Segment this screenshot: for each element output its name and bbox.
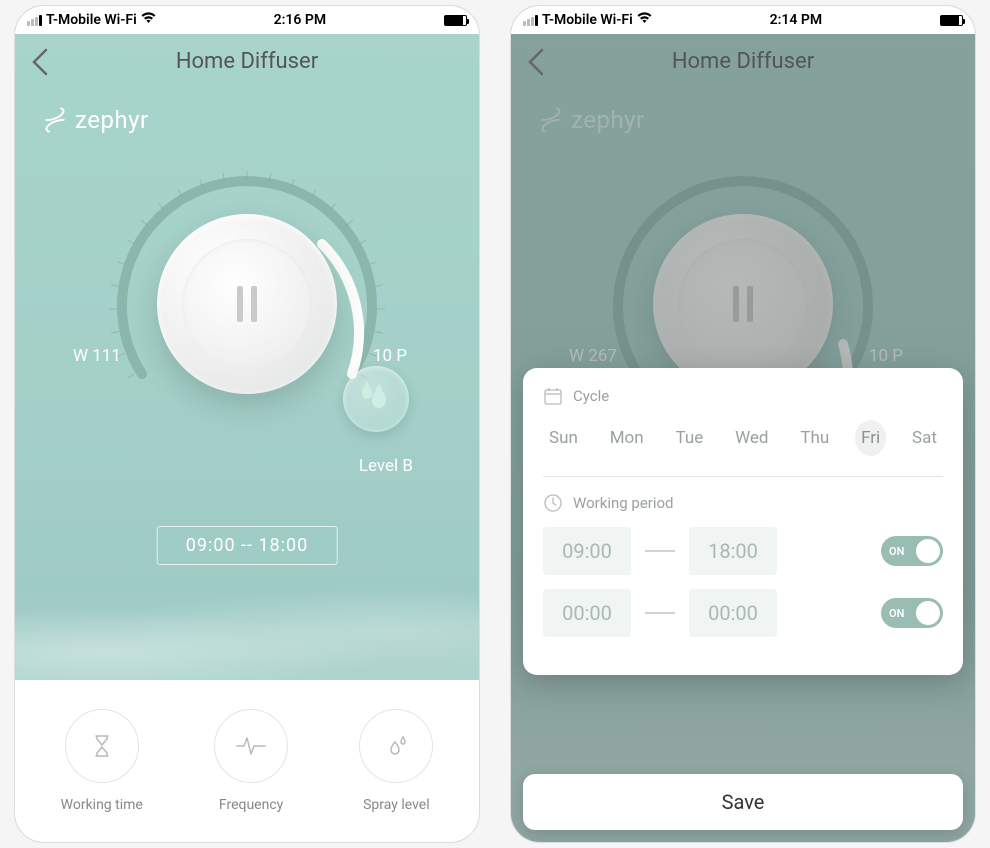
day-wed[interactable]: Wed <box>729 420 774 456</box>
nav-spray-level[interactable]: Spray level <box>359 709 433 813</box>
hourglass-icon <box>65 709 139 783</box>
period1-toggle[interactable]: ON <box>881 536 943 566</box>
nav-working-time[interactable]: Working time <box>61 709 143 813</box>
day-sat[interactable]: Sat <box>906 420 943 456</box>
dial-area <box>15 144 479 484</box>
pulse-icon <box>214 709 288 783</box>
save-button[interactable]: Save <box>523 774 963 830</box>
brand-icon <box>39 106 67 134</box>
nav-label: Frequency <box>219 797 283 813</box>
day-picker: Sun Mon Tue Wed Thu Fri Sat <box>543 420 943 477</box>
page-title: Home Diffuser <box>672 49 814 74</box>
period2-toggle[interactable]: ON <box>881 598 943 628</box>
header: Home Diffuser <box>511 34 975 88</box>
droplet-icon <box>362 386 372 399</box>
dial-knob[interactable] <box>157 214 337 394</box>
battery-icon <box>444 15 467 26</box>
calendar-icon <box>543 386 563 406</box>
back-button[interactable] <box>31 48 49 83</box>
working-period-header: Working period <box>543 493 943 513</box>
period-row-1: 09:00 18:00 ON <box>543 527 943 575</box>
brand-text: zephyr <box>75 106 149 134</box>
battery-icon <box>940 15 963 26</box>
working-period-label: Working period <box>573 494 674 512</box>
schedule-sheet: Cycle Sun Mon Tue Wed Thu Fri Sat Workin… <box>523 368 963 675</box>
carrier-label: T-Mobile Wi-Fi <box>46 12 137 28</box>
clock-icon <box>543 493 563 513</box>
brand-logo: zephyr <box>15 88 479 144</box>
day-fri[interactable]: Fri <box>855 420 886 456</box>
phone-screen-main: T-Mobile Wi-Fi 2:16 PM Home Diffuser zep… <box>14 5 480 843</box>
period1-to[interactable]: 18:00 <box>689 527 777 575</box>
day-mon[interactable]: Mon <box>604 420 650 456</box>
status-bar: T-Mobile Wi-Fi 2:14 PM <box>511 6 975 34</box>
period2-to[interactable]: 00:00 <box>689 589 777 637</box>
page-title: Home Diffuser <box>176 49 318 74</box>
period-row-2: 00:00 00:00 ON <box>543 589 943 637</box>
dial-left-value: W 111 <box>73 346 121 366</box>
period2-from[interactable]: 00:00 <box>543 589 631 637</box>
day-tue[interactable]: Tue <box>669 420 709 456</box>
bottom-nav: Working time Frequency Spray level <box>15 680 479 842</box>
pause-icon <box>182 239 312 369</box>
toggle-label: ON <box>889 607 904 620</box>
mist-level-button[interactable] <box>343 366 409 432</box>
dial-right-value: 10 P <box>373 346 407 366</box>
header: Home Diffuser <box>15 34 479 88</box>
cycle-header: Cycle <box>543 386 943 406</box>
wifi-icon <box>637 12 652 28</box>
toggle-label: ON <box>889 545 904 558</box>
signal-icon <box>27 15 42 26</box>
day-sun[interactable]: Sun <box>543 420 584 456</box>
signal-icon <box>523 15 538 26</box>
day-thu[interactable]: Thu <box>794 420 835 456</box>
wifi-icon <box>141 12 156 28</box>
droplet-icon <box>372 390 386 408</box>
cycle-label: Cycle <box>573 387 609 405</box>
nav-label: Spray level <box>363 797 430 813</box>
droplets-icon <box>359 709 433 783</box>
phone-screen-schedule: T-Mobile Wi-Fi 2:14 PM Home Diffuser zep… <box>510 5 976 843</box>
clock-label: 2:14 PM <box>770 12 823 28</box>
period1-from[interactable]: 09:00 <box>543 527 631 575</box>
clock-label: 2:16 PM <box>274 12 327 28</box>
dash-icon <box>645 550 675 552</box>
save-label: Save <box>722 790 765 814</box>
nav-frequency[interactable]: Frequency <box>214 709 288 813</box>
nav-label: Working time <box>61 797 143 813</box>
status-bar: T-Mobile Wi-Fi 2:16 PM <box>15 6 479 34</box>
time-range-chip[interactable]: 09:00 -- 18:00 <box>157 526 338 565</box>
back-button[interactable] <box>527 48 545 83</box>
level-label: Level B <box>359 456 413 476</box>
dash-icon <box>645 612 675 614</box>
carrier-label: T-Mobile Wi-Fi <box>542 12 633 28</box>
